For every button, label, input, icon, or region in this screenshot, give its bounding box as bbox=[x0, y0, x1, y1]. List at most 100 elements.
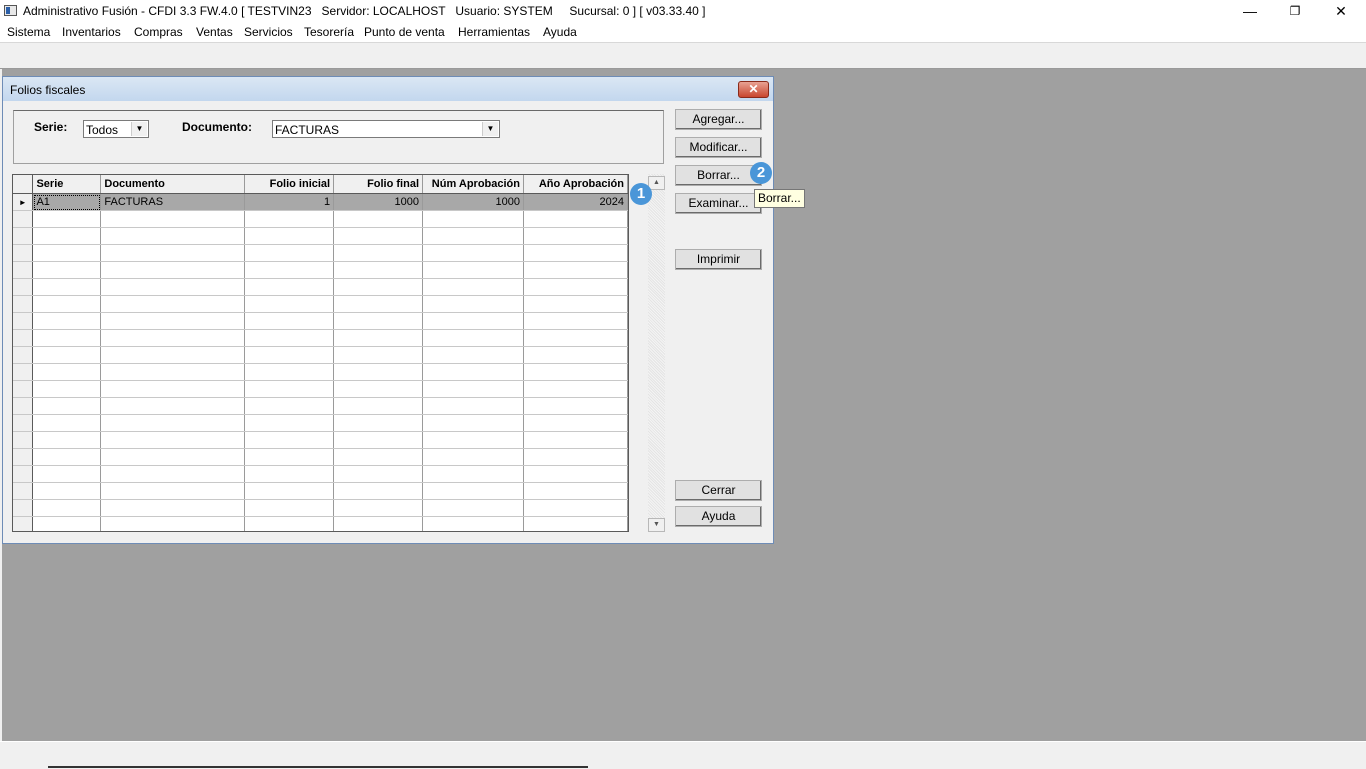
empty-cell[interactable] bbox=[100, 346, 246, 364]
examinar-button[interactable]: Examinar... bbox=[675, 193, 762, 214]
empty-cell[interactable] bbox=[422, 278, 524, 296]
row-selector[interactable] bbox=[13, 397, 34, 415]
documento-select[interactable]: FACTURAS ▼ bbox=[272, 120, 500, 138]
empty-cell[interactable] bbox=[422, 295, 524, 313]
row-selector[interactable] bbox=[13, 295, 34, 313]
empty-cell[interactable] bbox=[333, 516, 424, 531]
row-selector[interactable] bbox=[13, 227, 34, 245]
empty-cell[interactable] bbox=[244, 431, 335, 449]
empty-table-row[interactable] bbox=[13, 329, 628, 347]
empty-table-row[interactable] bbox=[13, 397, 628, 415]
column-header-folio-inicial[interactable]: Folio inicial bbox=[244, 175, 335, 194]
row-selector[interactable] bbox=[13, 499, 34, 517]
empty-cell[interactable] bbox=[333, 261, 424, 279]
row-selector[interactable] bbox=[13, 244, 34, 262]
empty-cell[interactable] bbox=[422, 380, 524, 398]
empty-cell[interactable] bbox=[523, 295, 628, 313]
empty-cell[interactable] bbox=[333, 448, 424, 466]
close-window-button[interactable]: ✕ bbox=[1318, 0, 1364, 23]
row-selector[interactable] bbox=[13, 448, 34, 466]
chevron-down-icon[interactable]: ▼ bbox=[482, 122, 498, 136]
empty-table-row[interactable] bbox=[13, 261, 628, 279]
empty-cell[interactable] bbox=[333, 278, 424, 296]
empty-table-row[interactable] bbox=[13, 482, 628, 500]
imprimir-button[interactable]: Imprimir bbox=[675, 249, 762, 270]
empty-cell[interactable] bbox=[244, 346, 335, 364]
empty-cell[interactable] bbox=[333, 295, 424, 313]
empty-cell[interactable] bbox=[100, 516, 246, 531]
menu-ventas[interactable]: Ventas bbox=[196, 25, 233, 39]
empty-cell[interactable] bbox=[244, 278, 335, 296]
empty-cell[interactable] bbox=[333, 414, 424, 432]
menu-ayuda[interactable]: Ayuda bbox=[543, 25, 577, 39]
empty-cell[interactable] bbox=[32, 244, 102, 262]
empty-cell[interactable] bbox=[523, 210, 628, 228]
empty-cell[interactable] bbox=[32, 465, 102, 483]
dialog-close-button[interactable]: ✕ bbox=[738, 81, 769, 98]
empty-cell[interactable] bbox=[32, 346, 102, 364]
empty-cell[interactable] bbox=[523, 499, 628, 517]
empty-table-row[interactable] bbox=[13, 465, 628, 483]
empty-table-row[interactable] bbox=[13, 295, 628, 313]
empty-table-row[interactable] bbox=[13, 414, 628, 432]
column-header-documento[interactable]: Documento bbox=[100, 175, 246, 194]
empty-cell[interactable] bbox=[32, 414, 102, 432]
column-header-folio-final[interactable]: Folio final bbox=[333, 175, 424, 194]
cell-folio-inicial[interactable]: 1 bbox=[244, 193, 335, 211]
empty-cell[interactable] bbox=[244, 448, 335, 466]
folios-grid[interactable]: Serie Documento Folio inicial Folio fina… bbox=[12, 174, 629, 532]
empty-cell[interactable] bbox=[32, 278, 102, 296]
empty-cell[interactable] bbox=[333, 482, 424, 500]
cell-documento[interactable]: FACTURAS bbox=[100, 193, 246, 211]
empty-table-row[interactable] bbox=[13, 346, 628, 364]
empty-table-row[interactable] bbox=[13, 499, 628, 517]
empty-cell[interactable] bbox=[100, 431, 246, 449]
empty-cell[interactable] bbox=[100, 414, 246, 432]
empty-cell[interactable] bbox=[100, 448, 246, 466]
row-selector[interactable] bbox=[13, 363, 34, 381]
cell-serie[interactable]: A1 bbox=[32, 193, 102, 211]
row-selector[interactable] bbox=[13, 516, 34, 531]
empty-cell[interactable] bbox=[100, 499, 246, 517]
empty-cell[interactable] bbox=[244, 414, 335, 432]
empty-cell[interactable] bbox=[523, 380, 628, 398]
row-selector-arrow-icon[interactable]: ► bbox=[13, 193, 34, 211]
empty-cell[interactable] bbox=[422, 312, 524, 330]
empty-cell[interactable] bbox=[422, 329, 524, 347]
empty-table-row[interactable] bbox=[13, 363, 628, 381]
empty-cell[interactable] bbox=[32, 516, 102, 531]
empty-cell[interactable] bbox=[523, 278, 628, 296]
row-selector[interactable] bbox=[13, 312, 34, 330]
restore-button[interactable]: ❐ bbox=[1272, 0, 1318, 23]
empty-cell[interactable] bbox=[422, 244, 524, 262]
row-selector[interactable] bbox=[13, 482, 34, 500]
empty-cell[interactable] bbox=[100, 397, 246, 415]
empty-cell[interactable] bbox=[100, 244, 246, 262]
empty-cell[interactable] bbox=[244, 465, 335, 483]
empty-cell[interactable] bbox=[422, 414, 524, 432]
empty-cell[interactable] bbox=[523, 261, 628, 279]
empty-cell[interactable] bbox=[523, 397, 628, 415]
empty-cell[interactable] bbox=[523, 482, 628, 500]
menu-herramientas[interactable]: Herramientas bbox=[458, 25, 530, 39]
minimize-button[interactable]: — bbox=[1227, 0, 1273, 23]
empty-cell[interactable] bbox=[244, 312, 335, 330]
empty-cell[interactable] bbox=[32, 363, 102, 381]
row-selector[interactable] bbox=[13, 329, 34, 347]
empty-cell[interactable] bbox=[422, 261, 524, 279]
empty-cell[interactable] bbox=[422, 516, 524, 531]
ayuda-button[interactable]: Ayuda bbox=[675, 506, 762, 527]
modificar-button[interactable]: Modificar... bbox=[675, 137, 762, 158]
empty-cell[interactable] bbox=[523, 448, 628, 466]
menu-sistema[interactable]: Sistema bbox=[7, 25, 50, 39]
empty-table-row[interactable] bbox=[13, 227, 628, 245]
empty-cell[interactable] bbox=[244, 210, 335, 228]
empty-cell[interactable] bbox=[523, 414, 628, 432]
empty-cell[interactable] bbox=[523, 312, 628, 330]
column-header-num-aprobacion[interactable]: Núm Aprobación bbox=[422, 175, 524, 194]
cell-num-aprobacion[interactable]: 1000 bbox=[422, 193, 524, 211]
empty-cell[interactable] bbox=[333, 499, 424, 517]
empty-cell[interactable] bbox=[422, 499, 524, 517]
empty-cell[interactable] bbox=[244, 499, 335, 517]
empty-cell[interactable] bbox=[523, 329, 628, 347]
